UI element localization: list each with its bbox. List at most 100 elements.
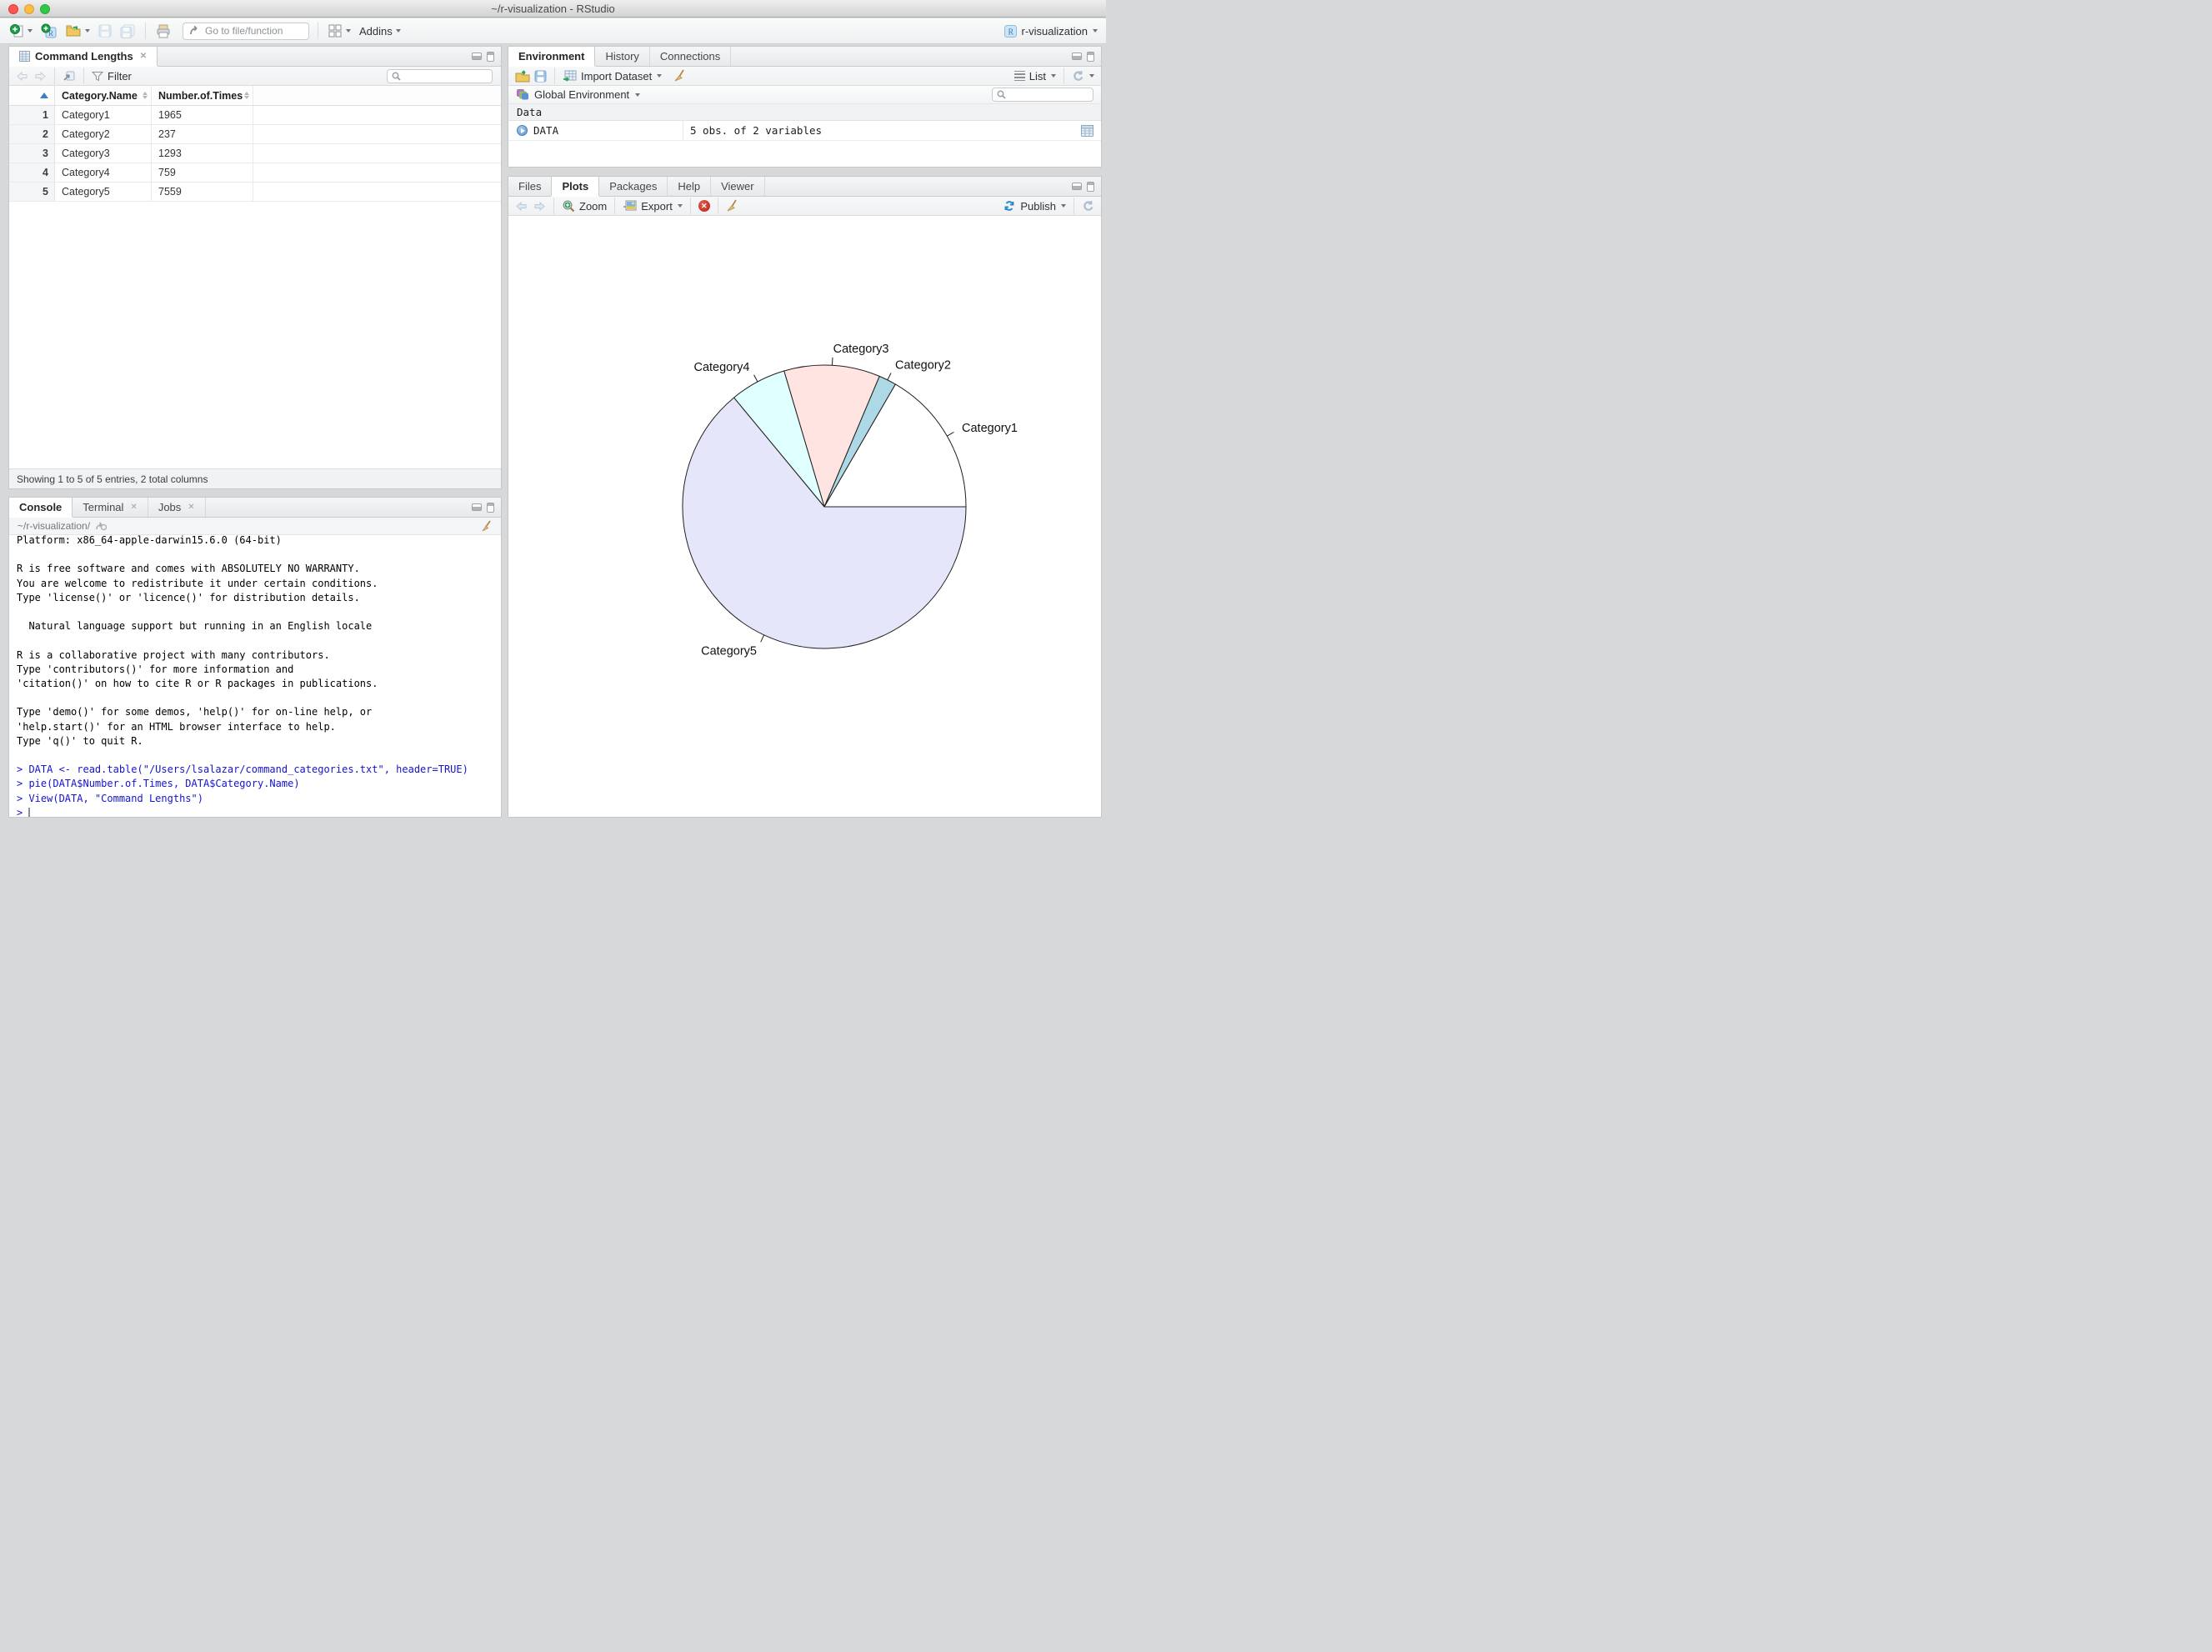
tab-packages[interactable]: Packages xyxy=(599,177,668,196)
table-row[interactable]: 1 Category1 1965 xyxy=(9,106,501,125)
environment-object-row[interactable]: DATA 5 obs. of 2 variables xyxy=(508,121,1101,141)
list-view-caret[interactable] xyxy=(1051,74,1056,78)
open-new-window-icon[interactable] xyxy=(63,70,76,82)
environment-selector[interactable]: Global Environment xyxy=(534,88,629,101)
tab-label: Help xyxy=(678,180,701,193)
console-output-line: 'help.start()' for an HTML browser inter… xyxy=(17,720,336,733)
publish-caret[interactable] xyxy=(1061,204,1066,208)
minimize-pane-icon[interactable] xyxy=(472,53,482,60)
forward-icon[interactable] xyxy=(33,71,47,82)
sort-arrows-icon[interactable] xyxy=(143,92,148,99)
back-icon[interactable] xyxy=(16,71,29,82)
tab-files[interactable]: Files xyxy=(508,177,553,196)
publish-button[interactable]: Publish xyxy=(1020,200,1056,213)
tab-plots[interactable]: Plots xyxy=(551,177,600,196)
pane-layout-caret[interactable] xyxy=(346,29,351,33)
rownum-header[interactable] xyxy=(9,86,55,105)
tab-jobs[interactable]: Jobs ✕ xyxy=(148,498,206,517)
maximize-pane-icon[interactable] xyxy=(487,502,494,513)
export-plot-button[interactable]: Export xyxy=(641,200,673,213)
console-input-line: > xyxy=(17,806,31,817)
load-workspace-icon[interactable] xyxy=(515,69,530,83)
refresh-plot-icon[interactable] xyxy=(1082,200,1094,212)
expand-object-icon[interactable] xyxy=(517,125,528,136)
viewer-tabstrip: Command Lengths ✕ xyxy=(9,47,501,67)
pie-label-tick xyxy=(753,374,758,383)
search-icon xyxy=(392,72,401,81)
sort-arrows-icon[interactable] xyxy=(244,92,249,99)
remove-plot-icon[interactable]: ✕ xyxy=(698,200,710,212)
new-file-dropdown-caret[interactable] xyxy=(28,29,33,33)
viewer-search-box[interactable] xyxy=(387,68,493,83)
list-view-button[interactable]: List xyxy=(1029,70,1046,83)
console-input-line: > DATA <- read.table("/Users/lsalazar/co… xyxy=(17,763,468,776)
minimize-pane-icon[interactable] xyxy=(1072,53,1082,60)
clear-plots-icon[interactable] xyxy=(726,199,738,213)
pie-label-tick xyxy=(831,357,833,366)
refresh-icon[interactable] xyxy=(1072,70,1084,82)
tab-label: Environment xyxy=(518,50,585,63)
addins-button[interactable]: Addins xyxy=(358,25,403,38)
minimize-pane-icon[interactable] xyxy=(472,503,482,511)
table-row[interactable]: 3 Category3 1293 xyxy=(9,144,501,163)
save-button[interactable] xyxy=(97,24,113,38)
new-file-icon xyxy=(10,23,24,38)
open-in-new-icon[interactable] xyxy=(95,521,108,531)
tab-console[interactable]: Console xyxy=(9,498,73,517)
clear-environment-icon[interactable] xyxy=(673,69,686,83)
open-file-button[interactable] xyxy=(64,24,92,38)
table-row[interactable]: 5 Category5 7559 xyxy=(9,183,501,202)
filter-button[interactable]: Filter xyxy=(108,70,132,83)
tab-help[interactable]: Help xyxy=(668,177,712,196)
table-row[interactable]: 4 Category4 759 xyxy=(9,163,501,183)
pie-label-category1: Category1 xyxy=(962,422,1018,435)
tab-connections[interactable]: Connections xyxy=(650,47,732,66)
project-name: r-visualization xyxy=(1021,24,1088,38)
open-file-dropdown-caret[interactable] xyxy=(85,29,90,33)
col-header-number-of-times[interactable]: Number.of.Times xyxy=(152,86,253,105)
environment-search-box[interactable] xyxy=(992,88,1093,102)
import-dataset-caret[interactable] xyxy=(657,74,663,78)
environment-selector-caret[interactable] xyxy=(635,93,641,97)
col-header-category-name[interactable]: Category.Name xyxy=(55,86,152,105)
pane-layout-button[interactable] xyxy=(327,24,353,38)
tab-command-lengths[interactable]: Command Lengths ✕ xyxy=(9,47,158,66)
plots-toolbar: Zoom Export ✕ Publish xyxy=(508,197,1101,216)
sort-ascending-icon xyxy=(40,93,48,98)
new-project-button[interactable]: R xyxy=(39,23,59,39)
close-icon[interactable]: ✕ xyxy=(140,52,147,61)
maximize-pane-icon[interactable] xyxy=(1087,181,1094,192)
table-row[interactable]: 2 Category2 237 xyxy=(9,125,501,144)
table-cell: 7559 xyxy=(152,183,253,201)
row-number: 4 xyxy=(9,163,55,182)
goto-file-box[interactable] xyxy=(183,22,309,40)
view-table-icon[interactable] xyxy=(1081,124,1093,137)
console-output[interactable]: Platform: x86_64-apple-darwin15.6.0 (64-… xyxy=(9,532,501,817)
save-all-button[interactable] xyxy=(118,24,137,38)
maximize-pane-icon[interactable] xyxy=(487,51,494,62)
tab-environment[interactable]: Environment xyxy=(508,47,596,66)
working-directory: ~/r-visualization/ xyxy=(18,520,91,532)
goto-file-input[interactable] xyxy=(205,25,297,37)
clear-console-icon[interactable] xyxy=(480,519,493,533)
project-menu-button[interactable]: R r-visualization xyxy=(1003,24,1098,38)
minimize-pane-icon[interactable] xyxy=(1072,183,1082,190)
tab-terminal[interactable]: Terminal ✕ xyxy=(73,498,148,517)
window-titlebar: ~/r-visualization - RStudio xyxy=(0,0,1106,18)
next-plot-icon[interactable] xyxy=(533,201,546,212)
table-cell: 1965 xyxy=(152,106,253,124)
refresh-caret[interactable] xyxy=(1089,74,1094,78)
zoom-plot-button[interactable]: Zoom xyxy=(579,200,607,213)
toolbar-separator xyxy=(689,198,691,214)
new-file-button[interactable] xyxy=(8,23,34,38)
maximize-pane-icon[interactable] xyxy=(1087,51,1094,62)
save-workspace-icon[interactable] xyxy=(534,70,547,83)
tab-viewer[interactable]: Viewer xyxy=(711,177,765,196)
close-icon[interactable]: ✕ xyxy=(188,503,194,512)
export-caret[interactable] xyxy=(677,204,683,208)
print-button[interactable] xyxy=(154,24,173,38)
import-dataset-button[interactable]: Import Dataset xyxy=(581,70,652,83)
close-icon[interactable]: ✕ xyxy=(130,503,137,512)
previous-plot-icon[interactable] xyxy=(515,201,528,212)
tab-history[interactable]: History xyxy=(595,47,650,66)
